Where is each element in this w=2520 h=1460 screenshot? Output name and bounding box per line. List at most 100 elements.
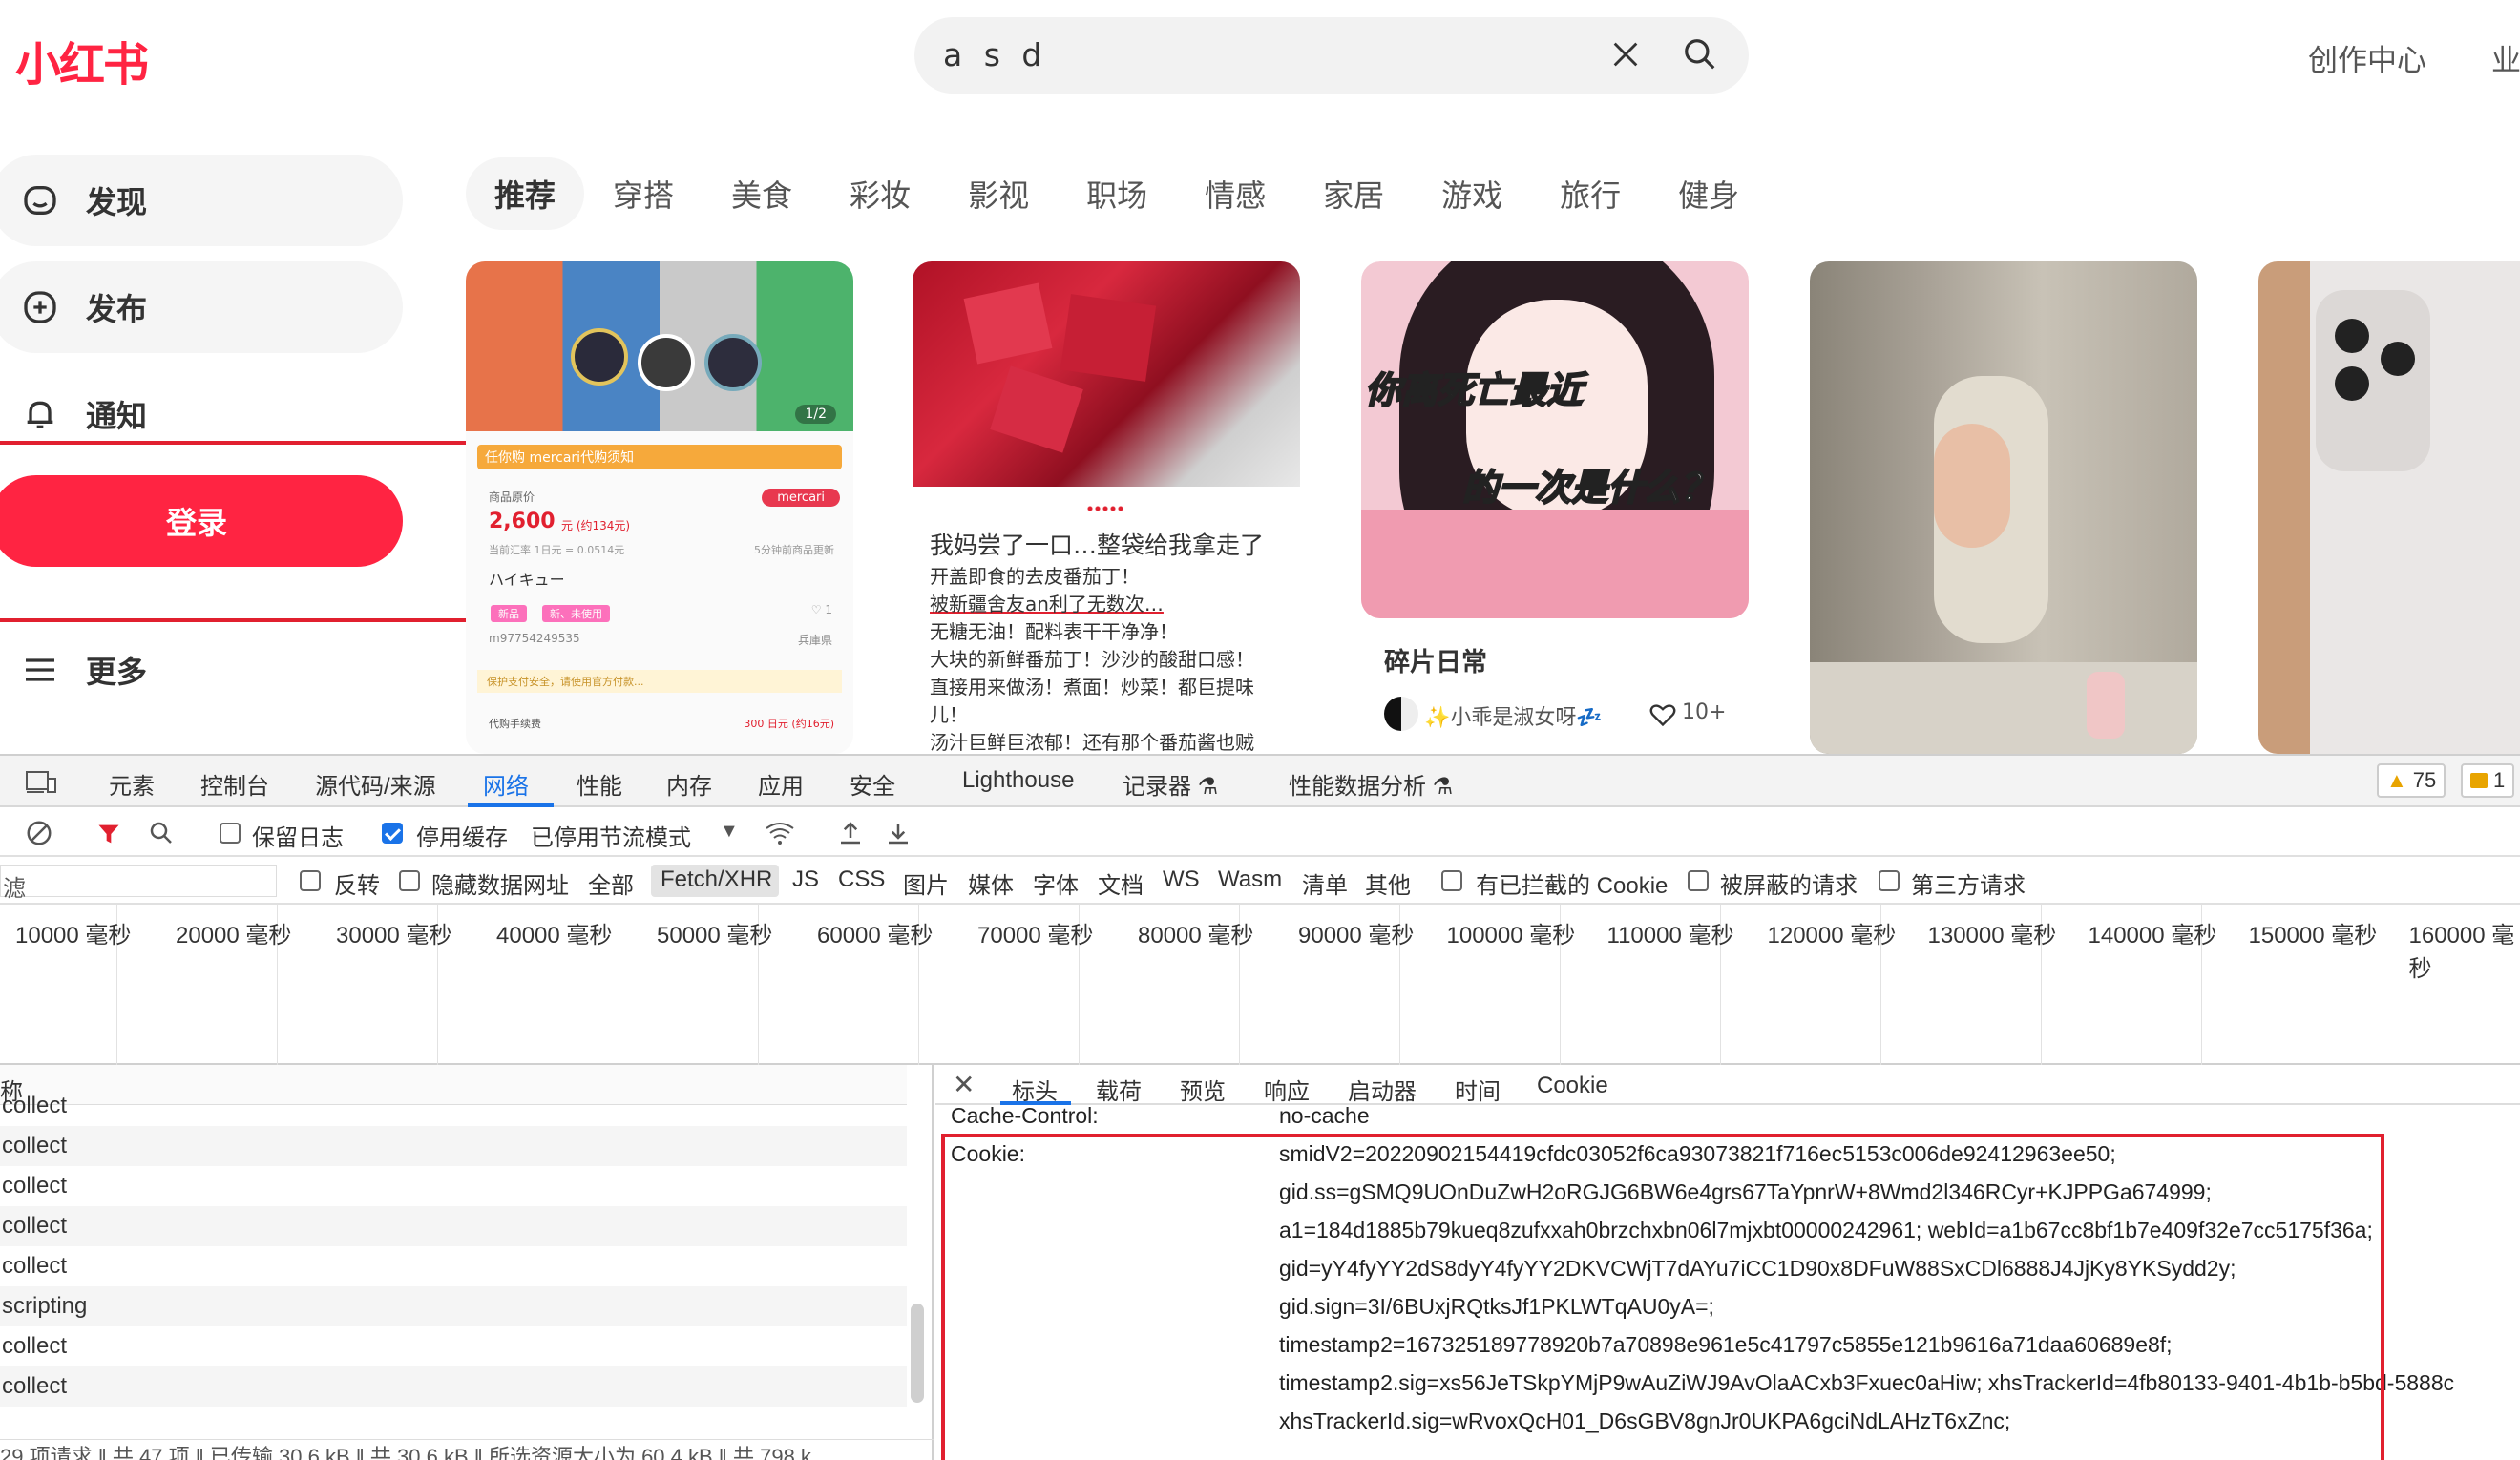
type-filter-xhr[interactable]: Fetch/XHR	[661, 866, 772, 893]
channel-tabs: 推荐 穿搭 美食 彩妆 影视 职场 情感 家居 游戏 旅行 健身	[466, 155, 1768, 233]
type-filter-js[interactable]: JS	[792, 866, 819, 893]
request-list: 称 collect collect collect collect collec…	[0, 1065, 934, 1460]
tab-console[interactable]: 控制台	[200, 767, 269, 801]
table-row[interactable]: collect	[0, 1086, 907, 1126]
tab-lighthouse[interactable]: Lighthouse	[962, 767, 1074, 794]
scrollbar-thumb[interactable]	[911, 1304, 924, 1403]
preserve-log-checkbox[interactable]	[220, 823, 241, 844]
note-title[interactable]: 碎片日常	[1384, 641, 1487, 678]
note-card[interactable]: 1/2 任你购 mercari代购须知 商品原价 mercari 2,600 元…	[466, 261, 853, 754]
note-cover-image[interactable]: 1/2	[466, 261, 853, 431]
note-card[interactable]	[2258, 261, 2520, 754]
note-title[interactable]: 我妈尝了一口…整袋给我拿走了	[930, 527, 1264, 561]
tab-makeup[interactable]: 彩妆	[821, 157, 939, 230]
tab-recorder[interactable]: 记录器 ⚗	[1123, 767, 1218, 801]
type-filter-font[interactable]: 字体	[1033, 866, 1079, 900]
export-har-icon[interactable]	[884, 819, 913, 847]
table-row[interactable]: collect	[0, 1166, 907, 1206]
tab-recommend[interactable]: 推荐	[466, 157, 585, 230]
clear-icon[interactable]	[25, 819, 53, 847]
tab-performance[interactable]: 性能	[577, 767, 622, 801]
note-cover-image[interactable]	[2258, 261, 2520, 754]
tab-initiator[interactable]: 启动器	[1348, 1073, 1417, 1106]
tab-movies[interactable]: 影视	[939, 157, 1058, 230]
throttling-select[interactable]: 已停用节流模式	[531, 819, 691, 852]
type-filter-all[interactable]: 全部	[588, 866, 634, 900]
type-filter-img[interactable]: 图片	[903, 866, 949, 900]
note-text-line: 开盖即食的去皮番茄丁！	[930, 565, 1140, 588]
filter-icon[interactable]	[95, 821, 122, 847]
search-icon[interactable]	[1682, 36, 1718, 73]
type-filter-other[interactable]: 其他	[1365, 866, 1411, 900]
heart-icon[interactable]	[1649, 702, 1676, 727]
type-filter-manifest[interactable]: 清单	[1302, 866, 1348, 900]
tab-travel[interactable]: 旅行	[1531, 157, 1649, 230]
tab-outfit[interactable]: 穿搭	[584, 157, 703, 230]
carousel-dots	[1086, 506, 1124, 511]
note-cover-image[interactable]: 你离死亡最近 的一次是什么？	[1361, 261, 1749, 618]
note-card[interactable]: 我妈尝了一口…整袋给我拿走了 开盖即食的去皮番茄丁！ 被新疆舍友an利了无数次……	[913, 261, 1300, 754]
table-row[interactable]: collect	[0, 1366, 907, 1407]
blocked-requests-checkbox[interactable]	[1688, 870, 1709, 891]
note-card[interactable]: 你离死亡最近 的一次是什么？ 碎片日常 ✨小乖是淑女呀💤 10+	[1361, 261, 1749, 754]
note-cover-image[interactable]	[1810, 261, 2197, 754]
author-name[interactable]: ✨小乖是淑女呀💤	[1424, 700, 1603, 731]
tab-emotion[interactable]: 情感	[1176, 157, 1294, 230]
search-icon[interactable]	[147, 819, 176, 847]
warnings-badge[interactable]: ▲ 75	[2377, 763, 2446, 798]
close-icon[interactable]	[1609, 38, 1642, 71]
business-link[interactable]: 业	[2491, 36, 2520, 79]
tab-response[interactable]: 响应	[1264, 1073, 1310, 1106]
tab-performance-insights[interactable]: 性能数据分析 ⚗	[1289, 767, 1453, 801]
tab-network[interactable]: 网络	[483, 767, 529, 801]
type-filter-wasm[interactable]: Wasm	[1218, 866, 1282, 893]
sidebar-item-discover[interactable]: 发现	[0, 155, 403, 246]
tab-timing[interactable]: 时间	[1455, 1073, 1501, 1106]
tab-application[interactable]: 应用	[758, 767, 804, 801]
tab-career[interactable]: 职场	[1058, 157, 1176, 230]
sidebar-item-publish[interactable]: 发布	[0, 261, 403, 353]
tab-fitness[interactable]: 健身	[1649, 157, 1768, 230]
third-party-checkbox[interactable]	[1879, 870, 1900, 891]
filter-bar: 滤 反转 隐藏数据网址 全部 Fetch/XHR JS CSS 图片 媒体 字体…	[0, 857, 2520, 905]
table-row[interactable]: collect	[0, 1246, 907, 1286]
search-input[interactable]: a s d	[943, 36, 1047, 73]
type-filter-media[interactable]: 媒体	[968, 866, 1014, 900]
table-row[interactable]: collect	[0, 1206, 907, 1246]
tab-preview[interactable]: 预览	[1180, 1073, 1226, 1106]
tab-payload[interactable]: 载荷	[1096, 1073, 1142, 1106]
note-card[interactable]	[1810, 261, 2197, 754]
site-logo[interactable]: 小红书	[15, 27, 149, 94]
type-filter-ws[interactable]: WS	[1163, 866, 1200, 893]
type-filter-doc[interactable]: 文档	[1098, 866, 1144, 900]
tab-cookies[interactable]: Cookie	[1537, 1073, 1608, 1099]
tab-elements[interactable]: 元素	[109, 767, 155, 801]
table-row[interactable]: collect	[0, 1126, 907, 1166]
avatar[interactable]	[1384, 697, 1418, 731]
table-row[interactable]: collect	[0, 1326, 907, 1366]
tab-home[interactable]: 家居	[1294, 157, 1413, 230]
invert-checkbox[interactable]	[300, 870, 321, 891]
filter-input[interactable]: 滤	[0, 865, 277, 902]
tab-food[interactable]: 美食	[703, 157, 821, 230]
network-conditions-icon[interactable]	[764, 819, 796, 847]
device-toolbar-icon[interactable]	[25, 769, 57, 796]
tab-sources[interactable]: 源代码/来源	[315, 767, 436, 801]
network-overview-timeline[interactable]: 10000 毫秒 20000 毫秒 30000 毫秒 40000 毫秒 50000 毫秒…	[0, 905, 2520, 1065]
import-har-icon[interactable]	[836, 819, 865, 847]
search-bar[interactable]: a s d	[914, 17, 1749, 94]
disable-cache-checkbox[interactable]	[382, 823, 403, 844]
tab-security[interactable]: 安全	[850, 767, 895, 801]
type-filter-css[interactable]: CSS	[838, 866, 885, 893]
creator-center-link[interactable]: 创作中心	[2308, 36, 2426, 79]
errors-badge[interactable]: 1	[2461, 763, 2515, 798]
table-row[interactable]: scripting	[0, 1286, 907, 1326]
hide-data-urls-checkbox[interactable]	[399, 870, 420, 891]
tab-games[interactable]: 游戏	[1413, 157, 1531, 230]
tab-memory[interactable]: 内存	[666, 767, 712, 801]
note-cover-image[interactable]	[913, 261, 1300, 487]
close-icon[interactable]: ✕	[953, 1069, 975, 1100]
blocked-cookies-checkbox[interactable]	[1441, 870, 1462, 891]
chevron-down-icon[interactable]: ▼	[720, 821, 739, 843]
sidebar-item-more[interactable]: 更多	[0, 624, 403, 716]
